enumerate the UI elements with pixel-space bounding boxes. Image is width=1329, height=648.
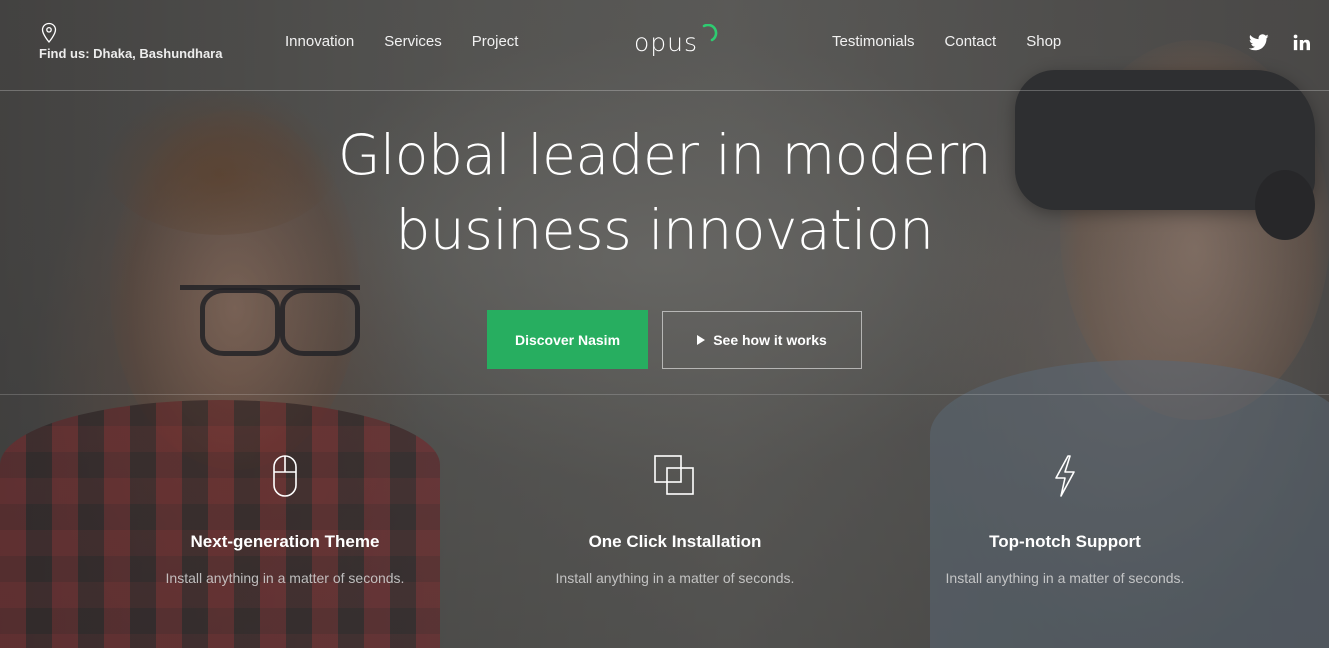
- feature-description: Install anything in a matter of seconds.: [945, 570, 1185, 586]
- feature-description: Install anything in a matter of seconds.: [165, 570, 405, 586]
- feature-next-generation-theme: Next-generation Theme Install anything i…: [115, 452, 455, 586]
- lightning-bolt-icon: [1055, 455, 1075, 497]
- feature-title: One Click Installation: [588, 532, 762, 551]
- see-how-it-works-label: See how it works: [713, 332, 827, 348]
- location-info: Find us: Dhaka, Bashundhara: [39, 22, 222, 61]
- nav-link-shop[interactable]: Shop: [1026, 33, 1061, 50]
- feature-one-click-installation: One Click Installation Install anything …: [505, 452, 845, 586]
- primary-nav-right: Testimonials Contact Shop: [832, 33, 1091, 50]
- nav-link-testimonials[interactable]: Testimonials: [832, 33, 915, 50]
- nav-link-project[interactable]: Project: [472, 33, 519, 50]
- feature-description: Install anything in a matter of seconds.: [555, 570, 795, 586]
- overlapping-squares-icon: [654, 455, 694, 495]
- mouse-icon: [273, 455, 297, 497]
- primary-nav-left: Innovation Services Project: [285, 33, 548, 50]
- see-how-it-works-button[interactable]: See how it works: [662, 311, 862, 369]
- map-pin-icon: [41, 22, 57, 44]
- twitter-icon[interactable]: [1248, 34, 1269, 56]
- location-text: Find us: Dhaka, Bashundhara: [39, 46, 223, 61]
- nav-link-services[interactable]: Services: [384, 33, 442, 50]
- hero-headline-line1: Global leader in modern: [337, 123, 992, 187]
- feature-top-notch-support: Top-notch Support Install anything in a …: [895, 452, 1235, 586]
- section-divider: [0, 394, 1329, 395]
- site-header: Find us: Dhaka, Bashundhara Innovation S…: [0, 0, 1329, 91]
- hero-headline: Global leader in modern business innovat…: [0, 118, 1329, 268]
- logo-swoosh-icon: [702, 24, 718, 42]
- nav-link-contact[interactable]: Contact: [945, 33, 997, 50]
- site-logo[interactable]: opus: [634, 28, 698, 57]
- feature-title: Next-generation Theme: [190, 532, 380, 551]
- hero-headline-line2: business innovation: [395, 198, 934, 262]
- discover-button[interactable]: Discover Nasim: [487, 310, 648, 369]
- feature-title: Top-notch Support: [989, 532, 1141, 551]
- nav-link-innovation[interactable]: Innovation: [285, 33, 354, 50]
- play-icon: [697, 335, 706, 345]
- linkedin-icon[interactable]: [1293, 34, 1310, 56]
